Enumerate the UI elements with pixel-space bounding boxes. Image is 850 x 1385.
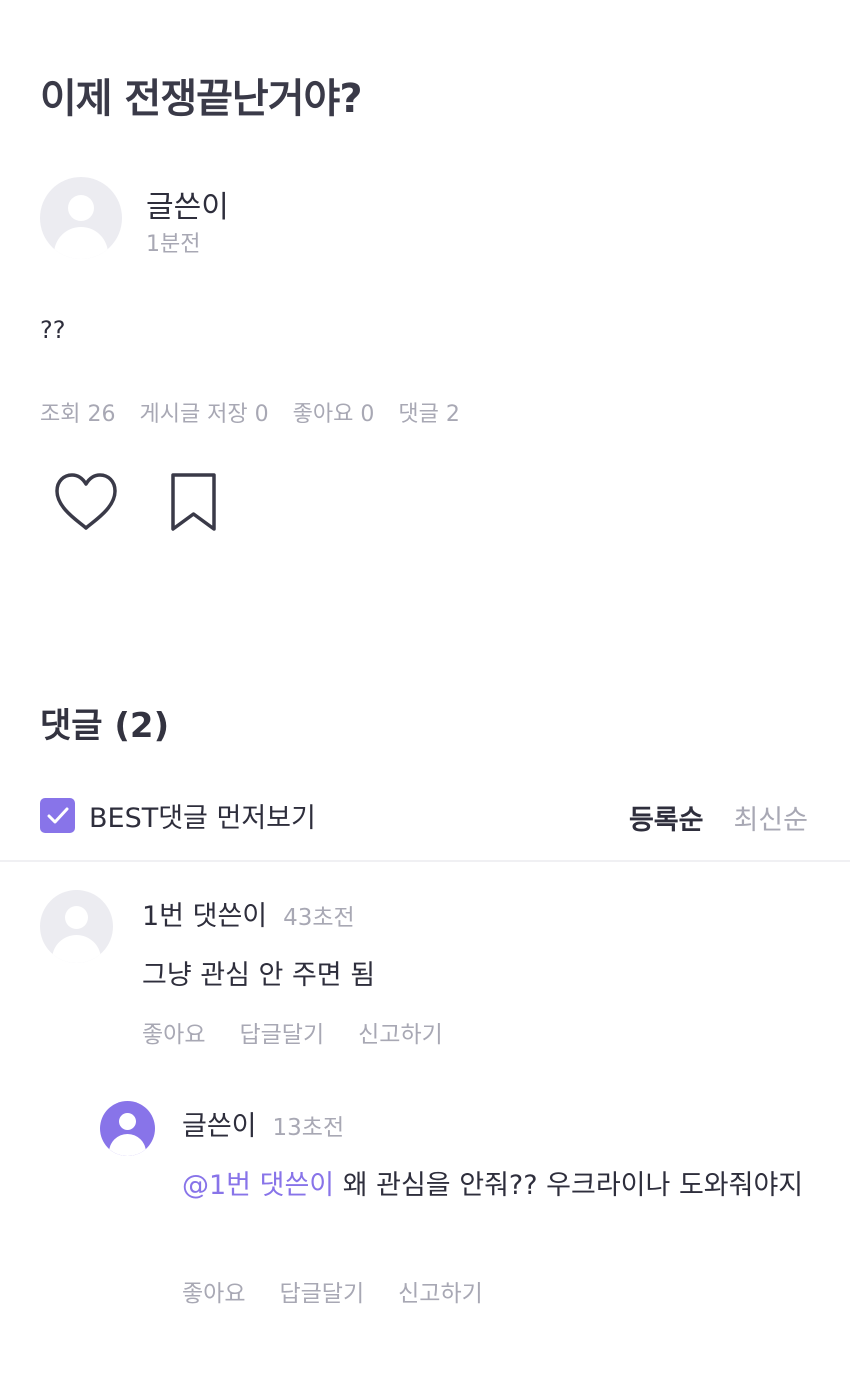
- comment-actions: 좋아요 답글달기 신고하기: [142, 1015, 443, 1049]
- comments-count: 댓글 2: [398, 402, 460, 427]
- avatar-head-shape: [119, 1113, 136, 1130]
- saves-count: 게시글 저장 0: [139, 402, 269, 427]
- reply-reply-button[interactable]: 답글달기: [279, 1274, 364, 1308]
- reply-author[interactable]: 글쓴이: [182, 1104, 257, 1143]
- comment-report-button[interactable]: 신고하기: [358, 1015, 443, 1049]
- author-avatar[interactable]: [40, 177, 122, 259]
- reply-text: @1번 댓쓴이 왜 관심을 안줘?? 우크라이나 도와줘야지: [182, 1162, 822, 1210]
- reply-text-body: 왜 관심을 안줘?? 우크라이나 도와줘야지: [334, 1170, 804, 1201]
- bookmark-outline-icon: [171, 473, 216, 531]
- comment-like-button[interactable]: 좋아요: [142, 1015, 205, 1049]
- sort-by-latest[interactable]: 최신순: [733, 798, 808, 837]
- divider: [0, 860, 850, 862]
- reply-mention-link[interactable]: @1번 댓쓴이: [182, 1170, 334, 1201]
- reply-actions: 좋아요 답글달기 신고하기: [182, 1274, 483, 1308]
- avatar-body-shape: [109, 1134, 146, 1156]
- commenter-avatar[interactable]: [40, 890, 113, 963]
- post-stats: 조회 26 게시글 저장 0 좋아요 0 댓글 2: [40, 396, 460, 428]
- avatar-head-shape: [65, 906, 88, 929]
- comment-text: 그냥 관심 안 주면 됨: [142, 960, 376, 991]
- bookmark-button[interactable]: [168, 470, 220, 534]
- comment-meta: 1번 댓쓴이 43초전: [142, 894, 355, 933]
- avatar-body-shape: [54, 227, 108, 259]
- reply-report-button[interactable]: 신고하기: [398, 1274, 483, 1308]
- post-title: 이제 전쟁끝난거야?: [40, 76, 363, 122]
- sort-by-registration[interactable]: 등록순: [629, 798, 704, 837]
- post-body: ??: [40, 316, 66, 344]
- avatar-body-shape: [52, 935, 101, 963]
- comments-header: 댓글 (2): [40, 706, 170, 746]
- post-time: 1분전: [146, 232, 201, 257]
- sort-options: 등록순 최신순: [629, 798, 808, 837]
- reply-meta: 글쓴이 13초전: [182, 1104, 344, 1143]
- comment-time: 43초전: [283, 905, 355, 931]
- views-count: 조회 26: [40, 402, 116, 427]
- likes-count: 좋아요 0: [292, 402, 375, 427]
- avatar-head-shape: [68, 195, 94, 221]
- comment-author[interactable]: 1번 댓쓴이: [142, 894, 267, 933]
- heart-outline-icon: [55, 473, 117, 530]
- best-comments-toggle[interactable]: BEST댓글 먼저보기: [40, 796, 316, 835]
- reply-time: 13초전: [272, 1115, 345, 1141]
- best-toggle-label: BEST댓글 먼저보기: [89, 803, 316, 834]
- checkmark-icon: [47, 807, 68, 823]
- reply-like-button[interactable]: 좋아요: [182, 1274, 245, 1308]
- like-button[interactable]: [52, 470, 120, 534]
- comment-reply-button[interactable]: 답글달기: [239, 1015, 324, 1049]
- author-name[interactable]: 글쓴이: [146, 182, 229, 226]
- checkbox[interactable]: [40, 798, 75, 833]
- reply-author-avatar[interactable]: [100, 1101, 155, 1156]
